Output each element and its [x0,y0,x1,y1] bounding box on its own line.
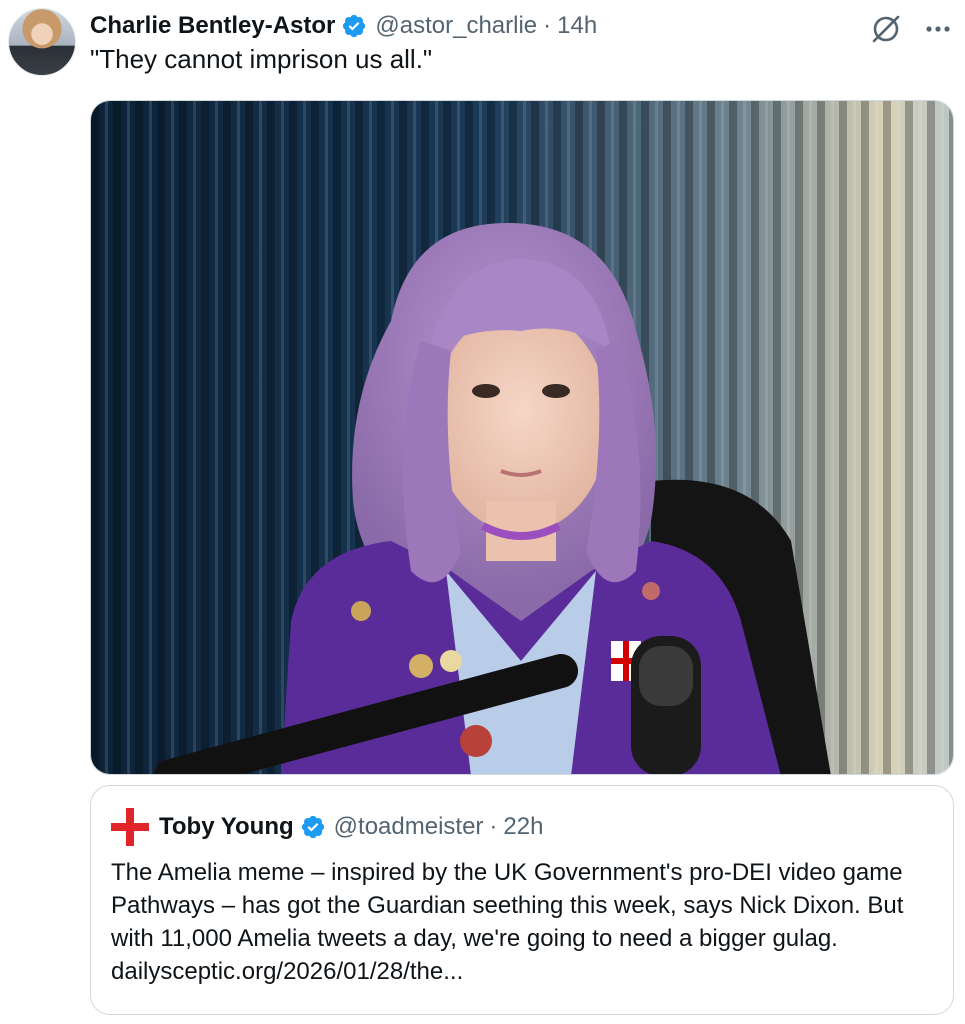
separator-dot: · [489,813,498,840]
quoted-tweet-header: Toby Young @toadmeister · 22h [111,808,543,846]
author-avatar[interactable] [8,8,76,76]
quoted-author-handle[interactable]: @toadmeister [334,813,484,841]
quoted-tweet-text: The Amelia meme – inspired by the UK Gov… [111,859,904,985]
separator-dot: · [543,12,552,39]
author-name[interactable]: Charlie Bentley-Astor [90,12,335,40]
author-handle[interactable]: @astor_charlie [375,12,537,40]
tweet-timestamp[interactable]: 14h [557,12,597,40]
tweet-actions-top [869,12,951,46]
verified-badge-icon [343,14,366,38]
quoted-tweet-timestamp[interactable]: 22h [503,813,543,841]
tweet-text: "They cannot imprison us all." [90,44,433,74]
england-flag-icon [111,808,149,846]
verified-badge-icon [301,815,324,839]
more-icon[interactable] [925,25,951,33]
quoted-tweet-card[interactable]: Toby Young @toadmeister · 22h The Amelia… [90,785,954,1015]
grok-icon[interactable] [869,12,903,46]
tweet-header: Charlie Bentley-Astor @astor_charlie · 1… [90,8,945,44]
tweet-media-image[interactable] [90,100,954,775]
quoted-author-name[interactable]: Toby Young [159,813,294,841]
